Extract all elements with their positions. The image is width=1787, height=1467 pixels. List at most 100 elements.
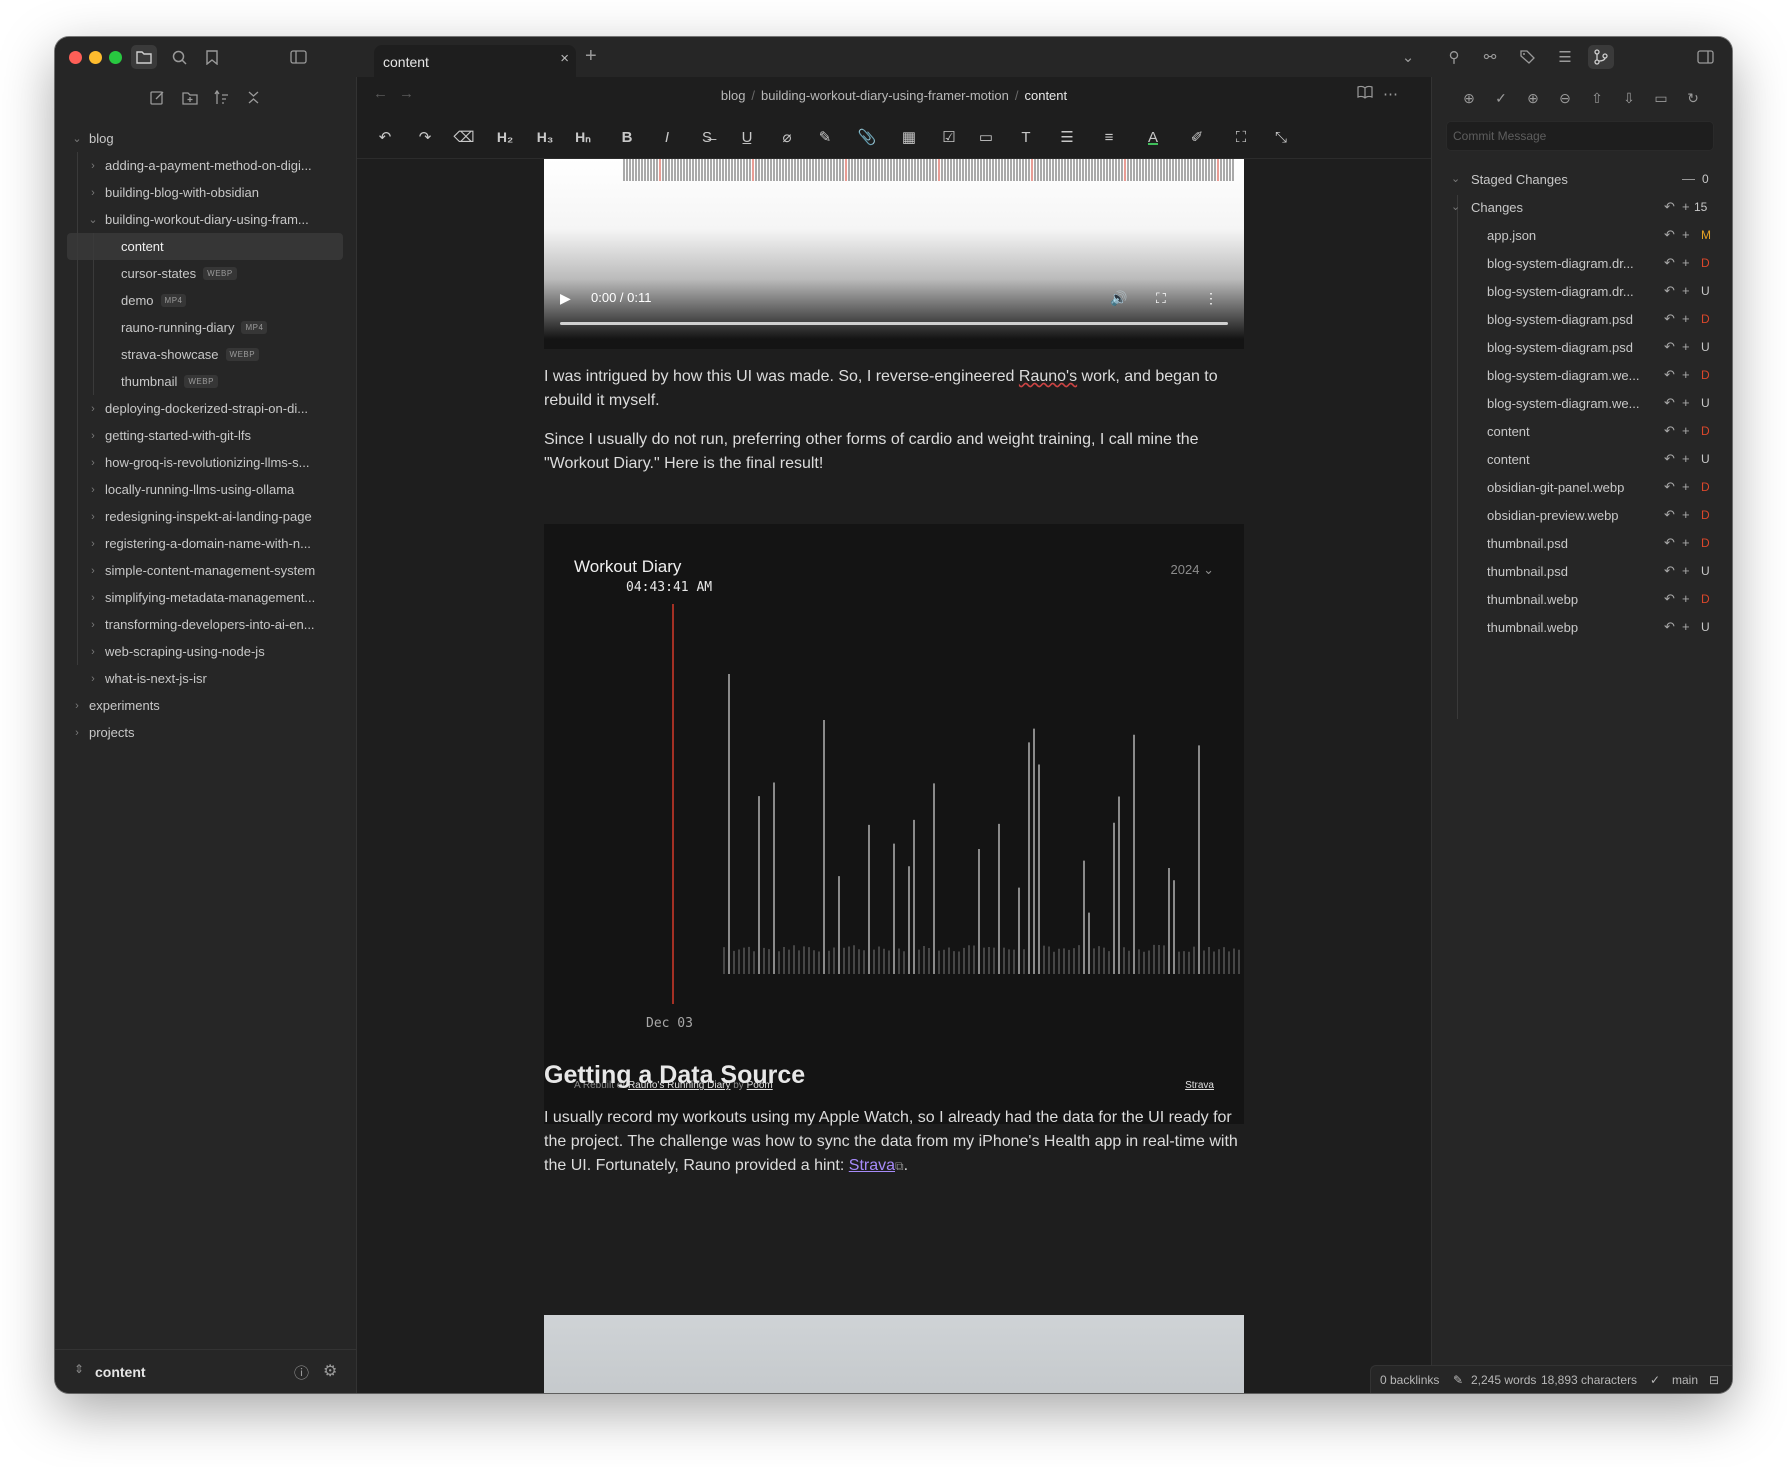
discard-change-icon[interactable]: ↶: [1664, 255, 1675, 271]
close-window-button[interactable]: [69, 51, 82, 64]
tree-file[interactable]: strava-showcase WEBP: [55, 341, 357, 368]
stage-file-icon[interactable]: +: [1682, 507, 1690, 522]
folder-icon[interactable]: [131, 45, 157, 69]
reading-view-icon[interactable]: [1357, 85, 1373, 103]
stage-all-icon[interactable]: +: [1682, 199, 1690, 214]
stage-file-icon[interactable]: +: [1682, 339, 1690, 354]
edit-mode-icon[interactable]: ✎: [1453, 1373, 1463, 1387]
underline-icon[interactable]: U̲: [735, 126, 759, 148]
undo-icon[interactable]: ↶: [373, 126, 397, 148]
changed-file-row[interactable]: thumbnail.webp ↶ + D: [1432, 586, 1732, 614]
stage-file-icon[interactable]: +: [1682, 227, 1690, 242]
collapse-icon[interactable]: [243, 87, 264, 108]
changed-file-row[interactable]: content ↶ + U: [1432, 446, 1732, 474]
tree-folder[interactable]: › simple-content-management-system: [55, 557, 357, 584]
bold-icon[interactable]: B: [615, 126, 639, 148]
changed-file-row[interactable]: blog-system-diagram.we... ↶ + U: [1432, 390, 1732, 418]
stage-file-icon[interactable]: +: [1682, 255, 1690, 270]
tree-folder[interactable]: ⌄ building-workout-diary-using-fram...: [55, 206, 357, 233]
lock-icon[interactable]: ⊟: [1709, 1373, 1719, 1387]
tree-folder[interactable]: › projects: [55, 719, 357, 746]
right-sidebar-toggle-icon[interactable]: [1692, 45, 1718, 69]
tree-folder[interactable]: › how-groq-is-revolutionizing-llms-s...: [55, 449, 357, 476]
download-icon[interactable]: ⇩: [1618, 87, 1640, 109]
stage-file-icon[interactable]: +: [1682, 395, 1690, 410]
stage-all-icon[interactable]: ⊕: [1522, 87, 1544, 109]
tags-icon[interactable]: [1515, 45, 1541, 69]
more-options-icon[interactable]: ⋯: [1383, 85, 1398, 103]
discard-change-icon[interactable]: ↶: [1664, 507, 1675, 523]
video-player[interactable]: ▶ 0:00 / 0:11 🔊 ⛶ ⋮: [544, 159, 1244, 349]
heading-n-button[interactable]: Hₙ: [571, 126, 595, 148]
tree-folder[interactable]: › registering-a-domain-name-with-n...: [55, 530, 357, 557]
changed-file-row[interactable]: app.json ↶ + M: [1432, 222, 1732, 250]
breadcrumb-item[interactable]: building-workout-diary-using-framer-moti…: [761, 88, 1009, 103]
tree-folder[interactable]: › transforming-developers-into-ai-en...: [55, 611, 357, 638]
tree-file[interactable]: thumbnail WEBP: [55, 368, 357, 395]
text-size-icon[interactable]: T: [1014, 126, 1038, 148]
stage-file-icon[interactable]: +: [1682, 535, 1690, 550]
tree-file[interactable]: cursor-states WEBP: [55, 260, 357, 287]
attachment-icon[interactable]: 📎: [855, 126, 879, 148]
discard-change-icon[interactable]: ↶: [1664, 311, 1675, 327]
discard-change-icon[interactable]: ↶: [1664, 535, 1675, 551]
tree-file[interactable]: demo MP4: [55, 287, 357, 314]
open-folder-icon[interactable]: ▭: [1650, 87, 1672, 109]
eraser-icon[interactable]: ⌫: [452, 126, 476, 148]
new-tab-icon[interactable]: +: [585, 45, 597, 68]
discard-all-icon[interactable]: ↶: [1664, 199, 1675, 215]
search-icon[interactable]: [166, 45, 192, 69]
comment-icon[interactable]: ▭: [974, 126, 998, 148]
backlinks-count[interactable]: 0 backlinks: [1380, 1373, 1439, 1387]
list-icon[interactable]: ☰: [1055, 126, 1079, 148]
discard-change-icon[interactable]: ↶: [1664, 227, 1675, 243]
video-progress-bar[interactable]: [560, 322, 1228, 325]
discard-change-icon[interactable]: ↶: [1664, 423, 1675, 439]
discard-change-icon[interactable]: ↶: [1664, 479, 1675, 495]
changed-file-row[interactable]: blog-system-diagram.psd ↶ + U: [1432, 334, 1732, 362]
discard-change-icon[interactable]: ↶: [1664, 395, 1675, 411]
unstage-all-icon[interactable]: —: [1682, 171, 1695, 186]
tree-folder[interactable]: ⌄ blog: [55, 125, 357, 152]
strava-external-link[interactable]: Strava: [849, 1157, 895, 1174]
changes-header[interactable]: ⌄ Changes ↶ + 15: [1432, 194, 1732, 222]
tree-folder[interactable]: › building-blog-with-obsidian: [55, 179, 357, 206]
align-icon[interactable]: ≡: [1097, 126, 1121, 148]
close-tab-icon[interactable]: ×: [560, 50, 569, 67]
sort-icon[interactable]: [211, 87, 232, 108]
discard-change-icon[interactable]: ↶: [1664, 591, 1675, 607]
tree-folder[interactable]: › redesigning-inspekt-ai-landing-page: [55, 503, 357, 530]
stage-file-icon[interactable]: +: [1682, 591, 1690, 606]
unstage-all-icon[interactable]: ⊖: [1554, 87, 1576, 109]
commit-icon[interactable]: ✓: [1490, 87, 1512, 109]
breadcrumb-current[interactable]: content: [1024, 88, 1067, 103]
changed-file-row[interactable]: blog-system-diagram.we... ↶ + D: [1432, 362, 1732, 390]
tree-folder[interactable]: › getting-started-with-git-lfs: [55, 422, 357, 449]
exit-fullscreen-icon[interactable]: ⤡: [1269, 126, 1293, 148]
stage-file-icon[interactable]: +: [1682, 563, 1690, 578]
stage-file-icon[interactable]: +: [1682, 619, 1690, 634]
discard-change-icon[interactable]: ↶: [1664, 563, 1675, 579]
heading-2-button[interactable]: H₂: [493, 126, 517, 148]
tree-folder[interactable]: › locally-running-llms-using-ollama: [55, 476, 357, 503]
unlink-icon[interactable]: ⚯: [1477, 45, 1503, 69]
staged-changes-header[interactable]: ⌄ Staged Changes — 0: [1432, 166, 1732, 194]
video-fullscreen-icon[interactable]: ⛶: [1156, 290, 1166, 307]
text-color-icon[interactable]: A: [1141, 126, 1165, 148]
sidebar-toggle-icon[interactable]: [285, 45, 311, 69]
clear-format-icon[interactable]: ⌀: [775, 126, 799, 148]
fullscreen-icon[interactable]: ⛶: [1229, 126, 1253, 148]
tree-folder[interactable]: › web-scraping-using-node-js: [55, 638, 357, 665]
upload-icon[interactable]: ⇧: [1586, 87, 1608, 109]
new-note-icon[interactable]: [147, 87, 168, 108]
changed-file-row[interactable]: blog-system-diagram.dr... ↶ + D: [1432, 250, 1732, 278]
changed-file-row[interactable]: obsidian-git-panel.webp ↶ + D: [1432, 474, 1732, 502]
tree-file[interactable]: content: [67, 233, 343, 260]
italic-icon[interactable]: I: [655, 126, 679, 148]
help-icon[interactable]: ⓘ: [294, 1362, 309, 1383]
video-more-icon[interactable]: ⋮: [1204, 290, 1218, 307]
checklist-icon[interactable]: ☑: [937, 126, 961, 148]
new-folder-icon[interactable]: [179, 87, 200, 108]
push-icon[interactable]: ⊕: [1458, 87, 1480, 109]
tree-folder[interactable]: › deploying-dockerized-strapi-on-di...: [55, 395, 357, 422]
